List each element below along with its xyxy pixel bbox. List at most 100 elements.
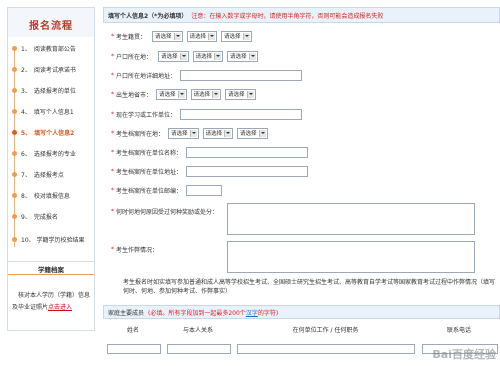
form-header-title: 填写个人信息2（*为必填项） <box>108 12 188 20</box>
col-header-relation: 与本人关系 <box>182 326 213 334</box>
step-label: 10、 学籍学历校验结果 <box>21 236 85 244</box>
birth-city-select[interactable]: 请选择 <box>190 88 222 100</box>
hukou-province-select[interactable]: 请选择 <box>158 50 189 62</box>
chevron-down-icon <box>179 52 187 60</box>
family-relation-input[interactable] <box>167 344 231 354</box>
archive-enter-link[interactable]: 点击进入 <box>48 304 72 311</box>
family-name-input[interactable] <box>107 344 161 354</box>
field-label: 何时何地何原因受过何种奖励或处分： <box>116 208 219 216</box>
select-value: 请选择 <box>161 54 178 60</box>
required-mark: * <box>111 71 114 79</box>
archive-county-select[interactable]: 请选择 <box>237 127 268 139</box>
step-item-4[interactable]: 4、 填写个人信息1 <box>12 105 74 117</box>
archive-notice: 学籍档案 核对本人学历（学籍）信息及毕业证照片点击进入 <box>7 261 95 331</box>
integrity-textarea[interactable] <box>227 241 475 273</box>
birth-county-select[interactable]: 请选择 <box>225 88 256 100</box>
birth-province-select[interactable]: 请选择 <box>156 88 187 100</box>
chevron-down-icon <box>258 129 266 137</box>
row-archive-location: * 考生档案所在地： 请选择 请选择 请选择 <box>111 127 272 139</box>
field-label: 户口所在地详细地址： <box>116 72 177 80</box>
step-dot-icon <box>12 108 17 114</box>
archive-city-select[interactable]: 请选择 <box>202 127 234 139</box>
archive-notice-text: 核对本人学历（学籍）信息及毕业证照片点击进入 <box>12 290 92 314</box>
chevron-down-icon <box>208 32 216 40</box>
required-mark: * <box>111 129 114 137</box>
family-workplace-input[interactable] <box>237 344 415 354</box>
step-dot-icon <box>12 129 17 135</box>
step-label: 2、 阅读考试承诺书 <box>21 66 76 74</box>
step-dot-icon <box>12 87 17 93</box>
col-header-workplace: 在何单位工作 / 任何职务 <box>292 326 359 334</box>
step-label: 1、 阅读教育部公告 <box>21 45 76 53</box>
step-item-10[interactable]: 10、 学籍学历校验结果 <box>12 233 85 245</box>
archive-unit-address-input[interactable] <box>186 165 309 177</box>
family-note-suffix: 的字符) <box>257 309 279 317</box>
sidebar-title-box: 报名流程 <box>7 7 95 39</box>
required-mark: * <box>111 186 114 194</box>
archive-province-select[interactable]: 请选择 <box>168 127 199 139</box>
row-hukou: * 户口所在地： 请选择 请选择 请选择 <box>111 50 262 62</box>
step-item-1[interactable]: 1、 阅读教育部公告 <box>12 42 76 54</box>
chevron-down-icon <box>242 32 250 40</box>
chevron-down-icon <box>214 52 222 60</box>
rewards-textarea[interactable] <box>227 203 475 235</box>
step-label: 6、 选择报考的专业 <box>21 150 76 158</box>
required-mark: * <box>111 110 114 118</box>
family-title: 家庭主要成员 <box>108 309 145 317</box>
registration-sidebar: 报名流程 1、 阅读教育部公告 2、 阅读考试承诺书 3、 选择报考的单位 4、… <box>0 0 98 366</box>
step-label: 8、 校对填报信息 <box>21 192 70 200</box>
select-value: 请选择 <box>224 34 241 40</box>
select-value: 请选择 <box>155 34 172 40</box>
chinese-char-link[interactable]: 汉字 <box>246 310 258 317</box>
required-mark: * <box>111 90 114 98</box>
step-label: 3、 选择报考的单位 <box>21 87 76 95</box>
step-item-8[interactable]: 8、 校对填报信息 <box>12 189 70 201</box>
field-label: 户口所在地： <box>116 53 153 61</box>
native-province-select[interactable]: 请选择 <box>152 30 183 42</box>
step-dot-icon <box>12 66 17 72</box>
required-mark: * <box>111 32 114 40</box>
watermark: Bai百度经验 <box>432 348 496 361</box>
step-label: 4、 填写个人信息1 <box>21 108 74 116</box>
row-rewards: * 何时何地何原因受过何种奖励或处分： <box>111 205 218 217</box>
select-value: 请选择 <box>228 92 245 98</box>
step-item-9[interactable]: 9、 完成报名 <box>12 210 58 222</box>
required-mark: * <box>111 148 114 156</box>
archive-postcode-input[interactable] <box>186 184 223 196</box>
step-dot-icon <box>12 45 17 51</box>
chevron-down-icon <box>246 90 254 98</box>
form-header: 填写个人信息2（*为必填项） 注意：在输入数字或字母时，请使用半角字符，否则可能… <box>103 7 500 23</box>
family-header: 家庭主要成员 (必填。所有字段加到一起最多200个汉字的字符) <box>103 305 500 319</box>
step-item-3[interactable]: 3、 选择报考的单位 <box>12 84 76 96</box>
field-label: 考生档案所在单位地址： <box>116 168 183 176</box>
chevron-down-icon <box>189 129 197 137</box>
step-item-2[interactable]: 2、 阅读考试承诺书 <box>12 63 76 75</box>
col-header-name: 姓名 <box>126 326 139 334</box>
step-item-5-active[interactable]: 5、 填写个人信息2 <box>12 126 74 138</box>
step-label: 5、 填写个人信息2 <box>21 129 75 137</box>
row-archive-postcode: * 考生档案所在单位邮编： <box>111 184 223 196</box>
row-archive-unit-address: * 考生档案所在单位地址： <box>111 165 309 177</box>
archive-unit-name-input[interactable] <box>186 146 309 158</box>
hukou-county-select[interactable]: 请选择 <box>227 50 258 62</box>
row-study-unit: * 现在学习或工作单位： <box>111 108 303 120</box>
hukou-city-select[interactable]: 请选择 <box>192 50 224 62</box>
required-mark: * <box>111 245 114 253</box>
step-dot-icon <box>12 213 17 219</box>
divider <box>8 274 94 275</box>
field-label: 考生档案所在地： <box>116 130 165 138</box>
step-item-7[interactable]: 7、 选择报考点 <box>12 168 64 180</box>
field-label: 考生作弊情况： <box>116 246 159 254</box>
step-dot-icon <box>12 192 17 198</box>
native-county-select[interactable]: 请选择 <box>221 30 252 42</box>
hukou-address-input[interactable] <box>180 69 303 81</box>
family-note-text: (必填。所有字段加到一起最多200个 <box>148 309 246 317</box>
step-item-6[interactable]: 6、 选择报考的专业 <box>12 147 76 159</box>
form-panel: 填写个人信息2（*为必填项） 注意：在输入数字或字母时，请使用半角字符，否则可能… <box>103 0 500 366</box>
select-value: 请选择 <box>195 54 213 60</box>
step-label: 9、 完成报名 <box>21 213 58 221</box>
study-unit-input[interactable] <box>180 108 303 120</box>
chevron-down-icon <box>212 90 220 98</box>
field-label: 考生档案所在单位邮编： <box>116 187 183 195</box>
native-city-select[interactable]: 请选择 <box>186 30 218 42</box>
